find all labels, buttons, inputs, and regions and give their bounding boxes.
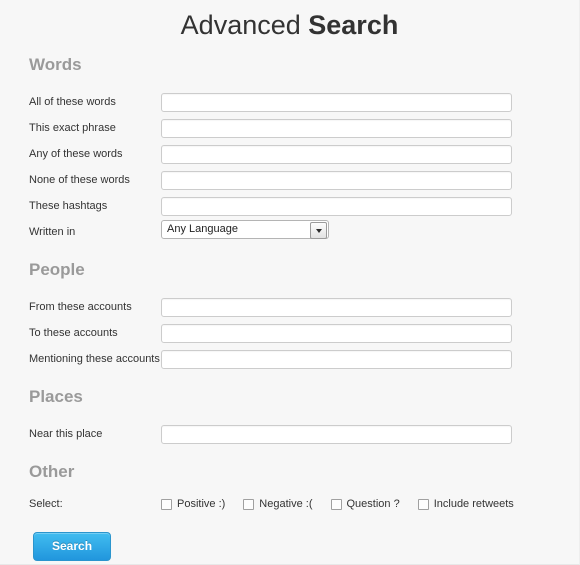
- field-row-mentioning-these-accounts: Mentioning these accounts: [0, 346, 579, 372]
- section-heading-other: Other: [29, 462, 75, 481]
- label-mentioning-these-accounts: Mentioning these accounts: [29, 353, 160, 365]
- label-any-of-these-words: Any of these words: [29, 148, 123, 160]
- label-from-these-accounts: From these accounts: [29, 301, 132, 313]
- control-mentioning-these-accounts: [161, 349, 579, 369]
- input-this-exact-phrase[interactable]: [161, 118, 512, 138]
- input-these-hashtags[interactable]: [161, 196, 512, 216]
- field-row-all-of-these-words: All of these words: [0, 89, 579, 115]
- label-these-hashtags: These hashtags: [29, 200, 108, 212]
- control-all-of-these-words: [161, 92, 579, 112]
- page-title-light: Advanced: [180, 10, 309, 40]
- field-row-this-exact-phrase: This exact phrase: [0, 115, 579, 141]
- language-select-value: Any Language: [161, 220, 329, 239]
- checkbox-item-include-retweets[interactable]: Include retweets: [417, 498, 514, 510]
- checkbox-item-question[interactable]: Question ?: [330, 498, 400, 510]
- input-near-this-place[interactable]: [161, 424, 512, 444]
- checkbox-label-include-retweets: Include retweets: [433, 498, 514, 510]
- section-heading-places: Places: [29, 387, 83, 406]
- checkbox-box-question[interactable]: [330, 498, 342, 510]
- input-any-of-these-words[interactable]: [161, 144, 512, 164]
- field-row-none-of-these-words: None of these words: [0, 167, 579, 193]
- field-row-to-these-accounts: To these accounts: [0, 320, 579, 346]
- checkbox-label-negative: Negative :(: [259, 498, 313, 510]
- field-row-these-hashtags: These hashtags: [0, 193, 579, 219]
- label-all-of-these-words: All of these words: [29, 96, 116, 108]
- checkbox-item-negative[interactable]: Negative :(: [243, 498, 313, 510]
- language-select[interactable]: Any Language: [161, 220, 329, 239]
- label-to-these-accounts: To these accounts: [29, 327, 118, 339]
- checkbox-label-positive: Positive :): [177, 498, 226, 510]
- section-words: Words All of these words This exact phra…: [0, 55, 579, 245]
- field-row-written-in: Written in Any Language: [0, 219, 579, 245]
- section-heading-words: Words: [29, 55, 82, 74]
- field-row-near-this-place: Near this place: [0, 421, 579, 447]
- control-to-these-accounts: [161, 323, 579, 343]
- checkbox-group-other: Positive :) Negative :( Question ? Inclu…: [161, 498, 579, 510]
- page-title-bold: Search: [308, 10, 399, 40]
- chevron-down-icon[interactable]: [310, 222, 327, 239]
- control-none-of-these-words: [161, 170, 579, 190]
- input-mentioning-these-accounts[interactable]: [161, 349, 512, 369]
- control-this-exact-phrase: [161, 118, 579, 138]
- field-row-from-these-accounts: From these accounts: [0, 294, 579, 320]
- submit-row: Search: [0, 532, 579, 561]
- checkbox-box-include-retweets[interactable]: [417, 498, 429, 510]
- input-all-of-these-words[interactable]: [161, 92, 512, 112]
- input-to-these-accounts[interactable]: [161, 323, 512, 343]
- page-title: Advanced Search: [0, 0, 579, 41]
- control-written-in: Any Language: [161, 220, 579, 244]
- control-near-this-place: [161, 424, 579, 444]
- field-row-select-options: Select: Positive :) Negative :( Question…: [0, 491, 579, 517]
- section-other: Other Select: Positive :) Negative :(Qu…: [0, 462, 579, 517]
- checkbox-box-positive[interactable]: [161, 498, 172, 510]
- checkbox-label-question: Question ?: [346, 498, 400, 510]
- input-none-of-these-words[interactable]: [161, 170, 512, 190]
- label-written-in: Written in: [29, 226, 76, 238]
- search-button[interactable]: Search: [33, 532, 112, 561]
- label-this-exact-phrase: This exact phrase: [29, 122, 116, 134]
- label-select: Select:: [29, 498, 63, 510]
- checkbox-item-positive[interactable]: Positive :): [161, 498, 225, 510]
- control-these-hashtags: [161, 196, 579, 216]
- section-heading-people: People: [29, 260, 85, 279]
- section-people: People From these accounts To these acco…: [0, 260, 579, 372]
- section-places: Places Near this place: [0, 387, 579, 447]
- search-form: Words All of these words This exact phra…: [0, 55, 579, 561]
- input-from-these-accounts[interactable]: [161, 297, 512, 317]
- checkbox-box-negative[interactable]: [243, 498, 255, 510]
- label-none-of-these-words: None of these words: [29, 174, 130, 186]
- label-near-this-place: Near this place: [29, 428, 103, 440]
- control-from-these-accounts: [161, 297, 579, 317]
- advanced-search-page: Advanced Search Words All of these words…: [0, 0, 580, 565]
- field-row-any-of-these-words: Any of these words: [0, 141, 579, 167]
- control-any-of-these-words: [161, 144, 579, 164]
